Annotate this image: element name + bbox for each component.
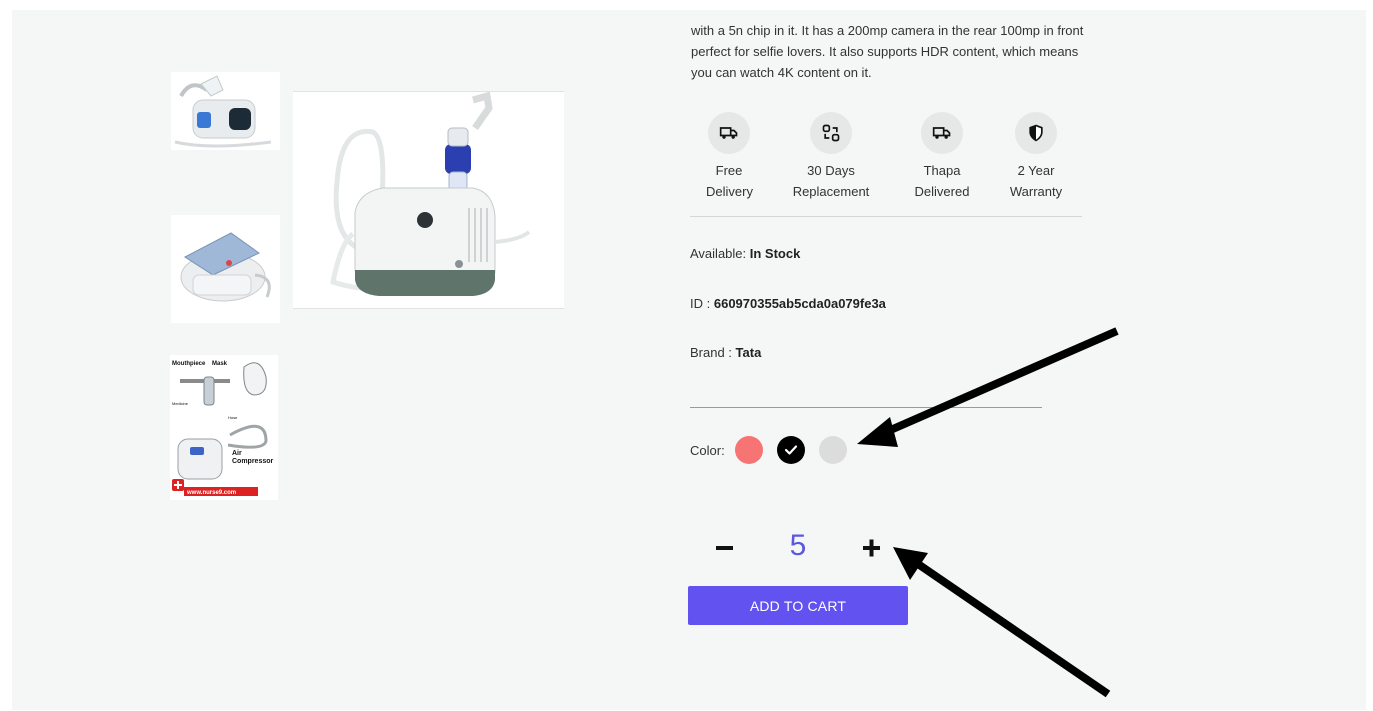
availability-label: Available: <box>690 246 747 261</box>
color-label: Color: <box>690 442 725 458</box>
thumbnail-1[interactable] <box>171 72 280 150</box>
main-product-image <box>293 91 564 309</box>
plus-icon <box>863 539 880 557</box>
feature-replacement: 30 Days Replacement <box>787 112 875 202</box>
features-row: Free Delivery 30 Days Replacement Thapa … <box>690 112 1082 217</box>
decrease-quantity-button[interactable] <box>715 537 735 559</box>
color-swatch-light-gray[interactable] <box>818 436 847 464</box>
feature-warranty: 2 Year Warranty <box>1006 112 1066 202</box>
product-id-row: ID : 660970355ab5cda0a079fe3a <box>690 296 886 311</box>
shield-icon <box>1015 112 1057 154</box>
feature-thapa-delivered: Thapa Delivered <box>911 112 973 202</box>
brand-value: Tata <box>735 345 762 360</box>
feature-label: 2 Year Warranty <box>1009 163 1063 199</box>
truck-icon <box>921 112 963 154</box>
feature-label: Free Delivery <box>706 163 753 199</box>
brand-row: Brand : Tata <box>690 345 761 360</box>
nebulizer-side-view-image <box>171 215 280 323</box>
color-swatch-black[interactable] <box>776 436 805 464</box>
brand-label: Brand : <box>690 345 732 360</box>
thumbnail-2[interactable] <box>171 215 280 323</box>
svg-text:www.nurse9.com: www.nurse9.com <box>186 490 236 496</box>
svg-text:Air: Air <box>232 450 242 457</box>
quantity-value: 5 <box>789 529 807 562</box>
minus-icon <box>716 546 733 550</box>
feature-free-delivery: Free Delivery <box>706 112 753 202</box>
color-swatch-red[interactable] <box>734 436 763 464</box>
increase-quantity-button[interactable] <box>862 537 882 559</box>
thumbnail-3[interactable]: Mouthpiece Mask Medicine Hose Air Compre… <box>170 355 278 500</box>
product-id-label: ID : <box>690 296 711 311</box>
availability-value: In Stock <box>749 246 801 261</box>
svg-text:Mouthpiece: Mouthpiece <box>172 361 206 367</box>
add-to-cart-button[interactable]: ADD TO CART <box>688 586 908 625</box>
availability-row: Available: In Stock <box>690 246 800 261</box>
svg-text:Compressor: Compressor <box>232 458 274 465</box>
nebulizer-kit-diagram-image: Mouthpiece Mask Medicine Hose Air Compre… <box>170 355 278 500</box>
product-description: with a 5n chip in it. It has a 200mp cam… <box>691 23 1084 80</box>
nebulizer-main-image <box>293 92 564 308</box>
check-icon <box>784 445 797 455</box>
feature-label: Thapa Delivered <box>914 163 970 199</box>
svg-text:Hose: Hose <box>228 415 238 420</box>
feature-label: 30 Days Replacement <box>792 163 870 199</box>
svg-text:Mask: Mask <box>212 361 228 367</box>
divider <box>690 407 1042 408</box>
color-selector: Color: <box>690 435 861 465</box>
exchange-icon <box>810 112 852 154</box>
svg-text:Medicine: Medicine <box>172 401 189 406</box>
nebulizer-thumbnail-image <box>171 72 280 150</box>
truck-icon <box>708 112 750 154</box>
product-id-value: 660970355ab5cda0a079fe3a <box>713 296 886 311</box>
